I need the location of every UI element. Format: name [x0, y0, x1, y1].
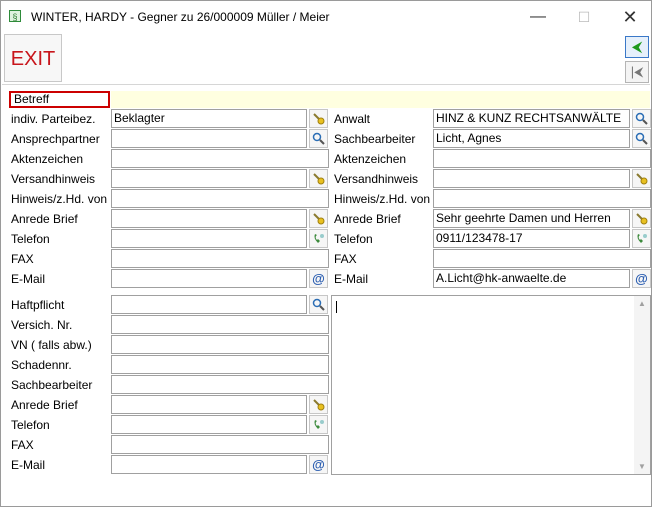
- email-input[interactable]: [111, 269, 307, 288]
- picker-icon[interactable]: [632, 209, 651, 228]
- text-caret: [336, 301, 337, 313]
- vn-label: VN ( falls abw.): [11, 338, 92, 352]
- aktenzeichen-input[interactable]: [111, 149, 329, 168]
- sachbearbeiter-input[interactable]: Licht, Agnes: [433, 129, 630, 148]
- at-sign-icon[interactable]: @: [309, 455, 328, 474]
- insurance-fax-label: FAX: [11, 438, 34, 452]
- insurance-sachbearbeiter-input[interactable]: [111, 375, 329, 394]
- email-right-input[interactable]: A.Licht@hk-anwaelte.de: [433, 269, 630, 288]
- fax-right-label: FAX: [334, 252, 357, 266]
- fax-right-input[interactable]: [433, 249, 651, 268]
- picker-icon[interactable]: [309, 209, 328, 228]
- anrede-label: Anrede Brief: [11, 212, 78, 226]
- picker-icon[interactable]: [632, 169, 651, 188]
- search-icon[interactable]: [309, 129, 328, 148]
- ansprechpartner-label: Ansprechpartner: [11, 132, 100, 146]
- versandhinweis-label: Versandhinweis: [11, 172, 96, 186]
- telefon-label: Telefon: [11, 232, 50, 246]
- search-icon[interactable]: [309, 295, 328, 314]
- schadennr-input[interactable]: [111, 355, 329, 374]
- hinweis-label: Hinweis/z.Hd. von: [11, 192, 108, 206]
- aktenzeichen-right-label: Aktenzeichen: [334, 152, 407, 166]
- schadennr-label: Schadennr.: [11, 358, 72, 372]
- anrede-input[interactable]: [111, 209, 307, 228]
- anrede-right-label: Anrede Brief: [334, 212, 401, 226]
- fax-label: FAX: [11, 252, 34, 266]
- notes-textarea[interactable]: ▲ ▼: [331, 295, 651, 475]
- insurance-fax-input[interactable]: [111, 435, 329, 454]
- phone-icon[interactable]: [632, 229, 651, 248]
- parteibez-label: indiv. Parteibez.: [11, 112, 96, 126]
- close-button[interactable]: ✕: [612, 5, 648, 29]
- telefon-right-input[interactable]: 0911/123478-17: [433, 229, 630, 248]
- fax-input[interactable]: [111, 249, 329, 268]
- insurance-email-label: E-Mail: [11, 458, 46, 472]
- anrede-right-input[interactable]: Sehr geehrte Damen und Herren: [433, 209, 630, 228]
- window: § WINTER, HARDY - Gegner zu 26/000009 Mü…: [0, 0, 652, 507]
- insurance-email-input[interactable]: [111, 455, 307, 474]
- first-record-button[interactable]: |⮜: [625, 61, 649, 83]
- app-icon: §: [9, 10, 21, 22]
- aktenzeichen-right-input[interactable]: [433, 149, 651, 168]
- phone-icon[interactable]: [309, 415, 328, 434]
- parteibez-input[interactable]: Beklagter: [111, 109, 307, 128]
- anwalt-label: Anwalt: [334, 112, 371, 126]
- exit-button[interactable]: EXIT: [4, 34, 62, 82]
- versandhinweis-input[interactable]: [111, 169, 307, 188]
- haftpflicht-input[interactable]: [111, 295, 307, 314]
- ansprechpartner-input[interactable]: [111, 129, 307, 148]
- at-sign-icon[interactable]: @: [632, 269, 651, 288]
- insurance-anrede-label: Anrede Brief: [11, 398, 78, 412]
- haftpflicht-label: Haftpflicht: [11, 298, 65, 312]
- email-right-label: E-Mail: [334, 272, 369, 286]
- picker-icon[interactable]: [309, 395, 328, 414]
- search-icon[interactable]: [632, 109, 651, 128]
- title-bar: § WINTER, HARDY - Gegner zu 26/000009 Mü…: [1, 1, 651, 32]
- notes-scrollbar[interactable]: ▲ ▼: [634, 296, 650, 474]
- minimize-button[interactable]: —: [520, 5, 556, 29]
- anwalt-input[interactable]: HINZ & KUNZ RECHTSANWÄLTE: [433, 109, 630, 128]
- hinweis-right-label: Hinweis/z.Hd. von: [334, 192, 431, 206]
- hinweis-input[interactable]: [111, 189, 329, 208]
- telefon-input[interactable]: [111, 229, 307, 248]
- hinweis-right-input[interactable]: [433, 189, 651, 208]
- insurance-telefon-input[interactable]: [111, 415, 307, 434]
- insurance-telefon-label: Telefon: [11, 418, 50, 432]
- phone-icon[interactable]: [309, 229, 328, 248]
- window-title: WINTER, HARDY - Gegner zu 26/000009 Müll…: [31, 10, 330, 24]
- maximize-button[interactable]: ☐: [566, 5, 602, 29]
- betreff-label: Betreff: [9, 91, 110, 108]
- versich-nr-label: Versich. Nr.: [11, 318, 73, 332]
- versich-nr-input[interactable]: [111, 315, 329, 334]
- betreff-input[interactable]: [111, 91, 650, 108]
- insurance-sachbearbeiter-label: Sachbearbeiter: [11, 378, 93, 392]
- back-arrow-button[interactable]: ⮜: [625, 36, 649, 58]
- at-sign-icon[interactable]: @: [309, 269, 328, 288]
- toolbar-divider: [2, 84, 650, 85]
- picker-icon[interactable]: [309, 109, 328, 128]
- sachbearbeiter-label: Sachbearbeiter: [334, 132, 416, 146]
- vn-input[interactable]: [111, 335, 329, 354]
- versandhinweis-right-input[interactable]: [433, 169, 630, 188]
- picker-icon[interactable]: [309, 169, 328, 188]
- search-icon[interactable]: [632, 129, 651, 148]
- email-label: E-Mail: [11, 272, 46, 286]
- telefon-right-label: Telefon: [334, 232, 373, 246]
- versandhinweis-right-label: Versandhinweis: [334, 172, 419, 186]
- insurance-anrede-input[interactable]: [111, 395, 307, 414]
- aktenzeichen-label: Aktenzeichen: [11, 152, 84, 166]
- scroll-up-icon[interactable]: ▲: [634, 299, 650, 308]
- scroll-down-icon[interactable]: ▼: [634, 462, 650, 471]
